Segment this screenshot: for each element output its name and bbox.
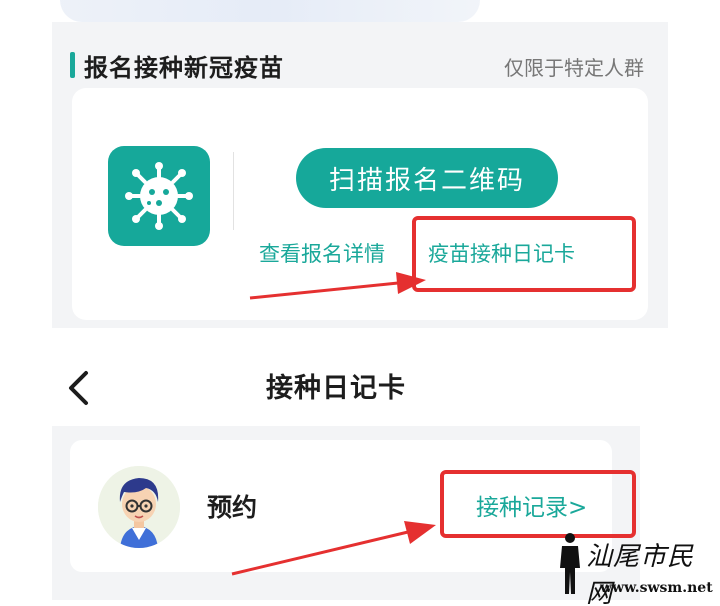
card-divider: [233, 152, 234, 230]
highlight-box-diary: [412, 216, 636, 292]
back-arrow-icon[interactable]: [64, 368, 92, 408]
view-registration-details-link[interactable]: 查看报名详情: [259, 238, 385, 268]
watermark-logo: 汕尾市民网 www.swsm.net: [552, 532, 718, 606]
section-accent-bar: [70, 52, 75, 78]
page-title: 接种日记卡: [266, 373, 406, 404]
header-decoration: [60, 0, 480, 22]
person-silhouette-icon: [560, 533, 580, 594]
scan-qr-button[interactable]: 扫描报名二维码: [296, 148, 558, 208]
appointment-label: 预约: [207, 493, 258, 522]
virus-icon: [108, 146, 210, 246]
watermark-url: www.swsm.net: [600, 580, 713, 596]
highlight-box-record: [440, 470, 636, 538]
avatar-boy-icon: [98, 466, 180, 548]
registration-section-title: 报名接种新冠疫苗: [84, 54, 284, 82]
eligibility-note: 仅限于特定人群: [504, 56, 644, 80]
